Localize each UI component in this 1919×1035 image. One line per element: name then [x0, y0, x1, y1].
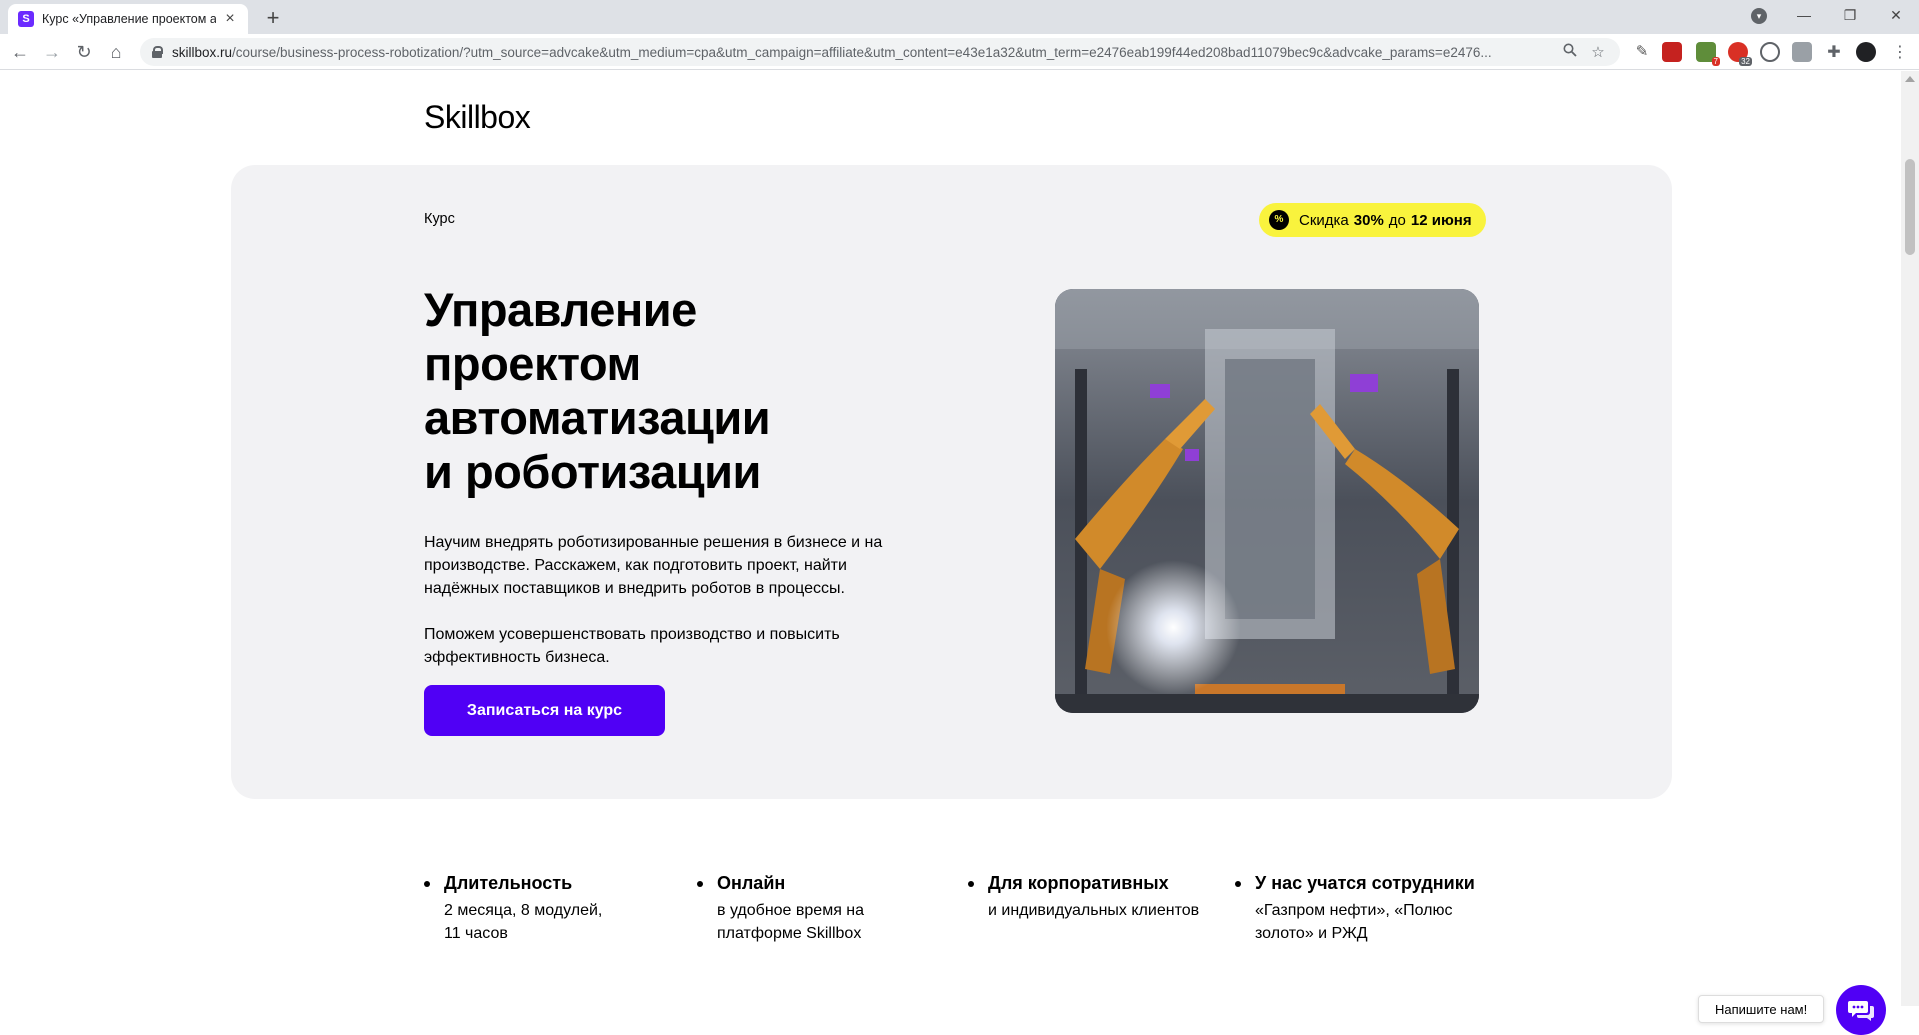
title-line-4: и роботизации — [424, 445, 761, 498]
profile-avatar[interactable] — [1856, 42, 1876, 62]
page-scrollbar[interactable] — [1901, 71, 1919, 1006]
forward-arrow-icon[interactable]: → — [40, 40, 64, 64]
feature-clients: Для корпоративных и индивидуальных клиен… — [968, 871, 1199, 922]
url-text[interactable]: skillbox.ru/course/business-process-robo… — [172, 45, 1552, 60]
tab-title: Курс «Управление проектом ав — [42, 12, 216, 26]
feature-title: Для корпоративных — [968, 871, 1198, 895]
skillbox-favicon-icon: S — [18, 11, 34, 27]
page: Skillbox Курс % Скидка 30% до 12 июня Уп… — [0, 71, 1901, 1035]
hero-section: Курс % Скидка 30% до 12 июня Управление … — [231, 165, 1672, 799]
chat-bubbles-icon — [1848, 1001, 1874, 1021]
feature-online: Онлайн в удобное время на платформе Skil… — [697, 871, 927, 945]
extension-badge-1: 7 — [1711, 57, 1720, 66]
minimize-icon[interactable]: — — [1781, 7, 1827, 23]
discount-value: 30% — [1353, 211, 1384, 229]
title-line-2: проектом — [424, 337, 641, 390]
percent-icon: % — [1269, 210, 1289, 230]
url-domain: skillbox.ru — [172, 44, 233, 60]
browser-tabstrip: S Курс «Управление проектом ав × + ▾ — ❐… — [0, 0, 1919, 34]
browser-tab[interactable]: S Курс «Управление проектом ав × — [8, 4, 248, 34]
pdf-extension-icon[interactable] — [1662, 42, 1682, 62]
address-bar[interactable]: skillbox.ru/course/business-process-robo… — [140, 38, 1620, 66]
skillbox-logo[interactable]: Skillbox — [424, 99, 531, 136]
bookmark-star-icon[interactable]: ☆ — [1588, 43, 1608, 61]
feature-companies: У нас учатся сотрудники «Газпром нефти»,… — [1235, 871, 1485, 945]
course-description-2: Поможем усовершенствовать производство и… — [424, 626, 840, 666]
feature-text: в удобное время на платформе Skillbox — [717, 902, 865, 942]
title-line-1: Управление — [424, 283, 697, 336]
discount-date: 12 июня — [1410, 211, 1472, 229]
close-tab-icon[interactable]: × — [222, 11, 238, 27]
window-close-icon[interactable]: ✕ — [1873, 7, 1919, 24]
back-arrow-icon[interactable]: ← — [8, 40, 32, 64]
home-icon[interactable]: ⌂ — [104, 40, 128, 64]
scrollbar-thumb[interactable] — [1905, 159, 1915, 255]
chat-button[interactable] — [1836, 985, 1886, 1035]
menu-kebab-icon[interactable]: ⋮ — [1890, 42, 1910, 62]
feature-text: и индивидуальных клиентов — [988, 902, 1200, 919]
robot-factory-image — [1055, 289, 1479, 713]
discount-mid: до — [1388, 211, 1406, 229]
lock-icon — [152, 46, 163, 58]
title-line-3: автоматизации — [424, 391, 771, 444]
reload-icon[interactable]: ↻ — [72, 40, 96, 64]
browser-toolbar: ← → ↻ ⌂ skillbox.ru/course/business-proc… — [0, 34, 1919, 70]
extension-icon-4[interactable] — [1792, 42, 1812, 62]
feature-duration: Длительность 2 месяца, 8 модулей, 11 час… — [424, 871, 654, 945]
window-controls: — ❐ ✕ — [1781, 0, 1919, 30]
feature-text: «Газпром нефти», «Полюс золото» и РЖД — [1255, 902, 1453, 942]
discount-badge: % Скидка 30% до 12 июня — [1259, 203, 1486, 237]
restore-icon[interactable]: ❐ — [1827, 7, 1873, 24]
feature-title: Онлайн — [697, 871, 927, 895]
chat-prompt-label[interactable]: Напишите нам! — [1698, 995, 1825, 1023]
extension-icon-2[interactable]: 32 — [1728, 42, 1752, 66]
course-description: Научим внедрять роботизированные решения… — [424, 534, 883, 597]
extension-icon-1[interactable]: 7 — [1696, 42, 1720, 66]
puzzle-extensions-icon[interactable]: ✚ — [1824, 42, 1844, 62]
extension-icon-3[interactable] — [1760, 42, 1780, 62]
eyedropper-extension-icon[interactable]: ✎ — [1632, 42, 1652, 62]
feature-title: У нас учатся сотрудники — [1235, 871, 1485, 895]
course-features: Длительность 2 месяца, 8 модулей, 11 час… — [424, 871, 1484, 971]
extension-badge-2: 32 — [1739, 57, 1752, 66]
scroll-up-arrow-icon[interactable] — [1905, 76, 1915, 82]
zoom-icon[interactable] — [1560, 43, 1580, 61]
tab-search-icon[interactable]: ▾ — [1751, 8, 1767, 24]
url-path: /course/business-process-robotization/?u… — [232, 44, 1492, 60]
discount-prefix: Скидка — [1299, 211, 1349, 229]
feature-text: 2 месяца, 8 модулей, 11 часов — [444, 902, 603, 942]
feature-title: Длительность — [424, 871, 654, 895]
course-title: Управление проектом автоматизации и робо… — [424, 283, 944, 499]
new-tab-button[interactable]: + — [260, 6, 286, 32]
enroll-button[interactable]: Записаться на курс — [424, 685, 665, 736]
course-label: Курс — [424, 211, 455, 227]
